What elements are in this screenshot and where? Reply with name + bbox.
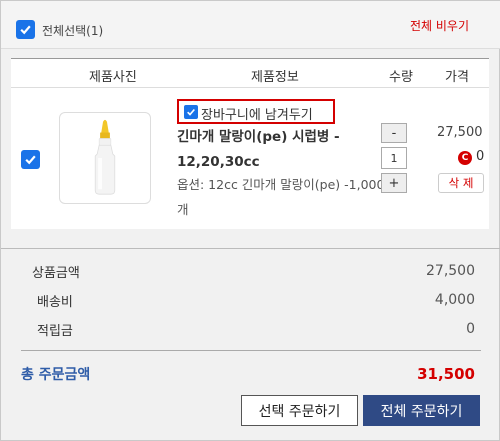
total-amount-label: 총 주문금액	[21, 367, 91, 383]
clear-all-link[interactable]: 전체 비우기	[410, 17, 469, 34]
column-header-photo: 제품사진	[89, 70, 137, 85]
keep-in-cart-checkbox[interactable]	[184, 105, 198, 119]
delete-item-button[interactable]: 삭 제	[438, 173, 484, 193]
keep-in-cart-option[interactable]: 장바구니에 남겨두기	[177, 99, 335, 124]
total-amount-value: 31,500	[417, 365, 475, 383]
points-value: 0	[466, 321, 475, 337]
quantity-decrease-button[interactable]: -	[381, 123, 407, 143]
quantity-increase-button[interactable]: +	[381, 173, 407, 193]
summary-divider	[1, 248, 500, 249]
bottle-image	[94, 119, 116, 195]
shipping-label: 배송비	[37, 295, 73, 310]
checkmark-icon	[20, 25, 31, 35]
column-header-price: 가격	[445, 70, 469, 85]
keep-in-cart-label[interactable]: 장바구니에 남겨두기	[201, 104, 313, 123]
select-all-label[interactable]: 전체선택(1)	[42, 22, 103, 39]
column-header-info: 제품정보	[251, 70, 299, 85]
cart-item-table: 제품사진 제품정보 수량 가격 장바구니에 남겨두기 긴마개 말랑이(pe) 시…	[11, 58, 489, 229]
goods-amount-label: 상품금액	[32, 266, 80, 281]
quantity-input[interactable]: 1	[381, 147, 407, 169]
item-price: 27,500	[437, 125, 483, 140]
checkmark-icon	[25, 155, 36, 165]
shipping-value: 4,000	[434, 292, 475, 308]
checkmark-icon	[187, 108, 195, 116]
point-coin-icon: C	[458, 151, 472, 165]
cart-panel: 전체선택(1) 전체 비우기 제품사진 제품정보 수량 가격 장바구니에 남겨두…	[0, 0, 500, 441]
points-label: 적립금	[37, 324, 73, 339]
product-option: 옵션: 12cc 긴마개 말랑이(pe) -1,000개	[177, 177, 385, 217]
product-name[interactable]: 긴마개 말랑이(pe) 시럽병 - 12,20,30cc	[177, 125, 377, 175]
table-header: 제품사진 제품정보 수량 가격	[11, 59, 489, 88]
select-all-checkbox[interactable]	[16, 20, 35, 39]
product-thumbnail[interactable]	[59, 112, 151, 204]
item-checkbox[interactable]	[21, 150, 40, 169]
cart-header: 전체선택(1) 전체 비우기	[1, 1, 500, 49]
order-all-button[interactable]: 전체 주문하기	[363, 395, 480, 426]
goods-amount-value: 27,500	[426, 263, 475, 279]
item-points: 0	[476, 149, 485, 164]
column-header-quantity: 수량	[389, 70, 413, 85]
total-divider	[21, 350, 481, 351]
order-selected-button[interactable]: 선택 주문하기	[241, 395, 358, 426]
